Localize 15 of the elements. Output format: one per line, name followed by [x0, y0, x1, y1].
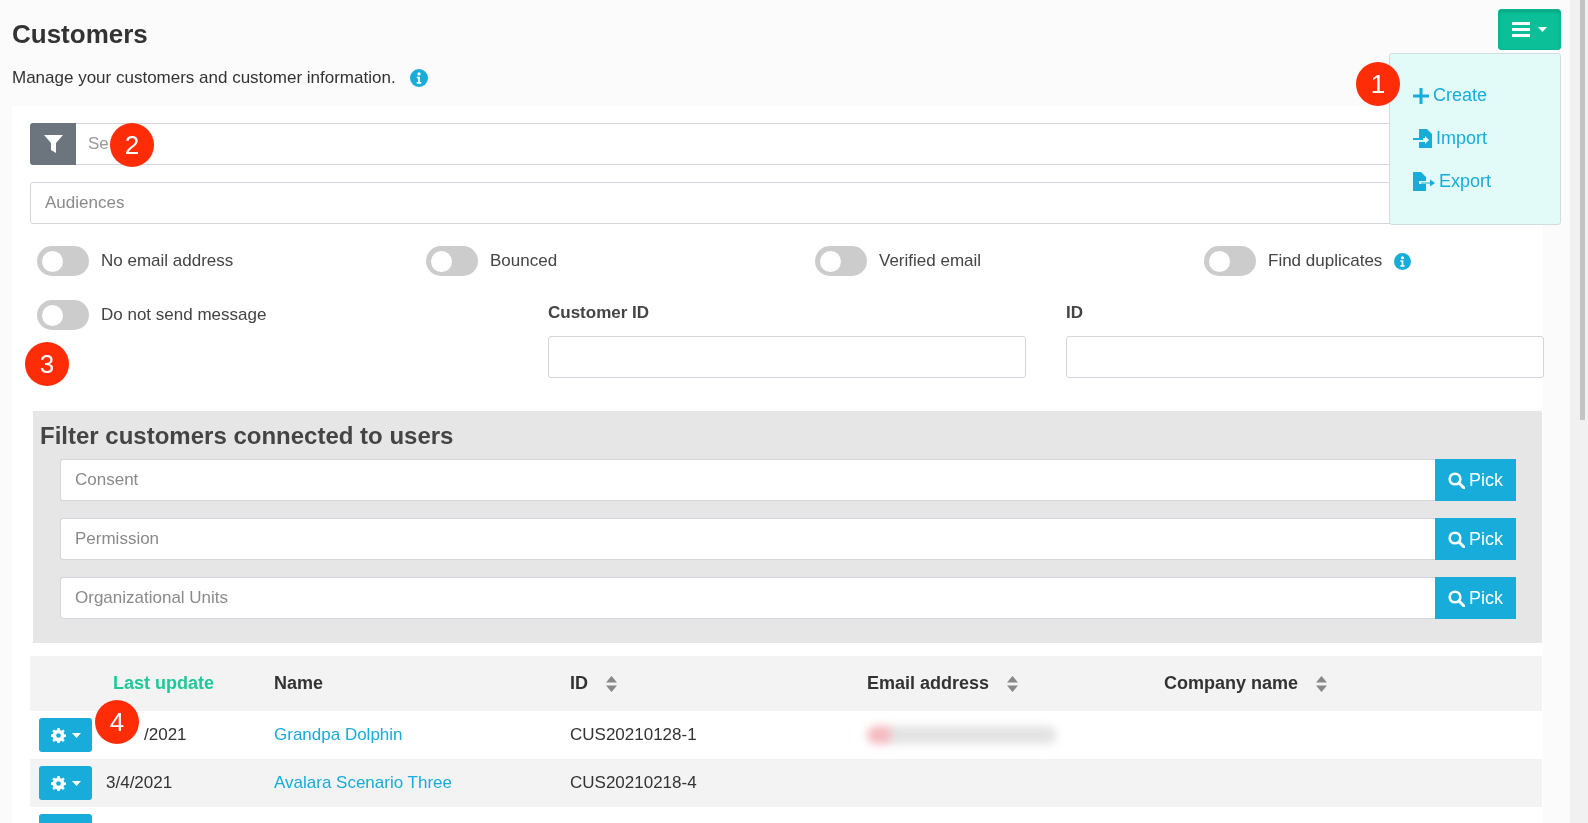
- toggle-label: Do not send message: [101, 305, 267, 325]
- page-subtitle: Manage your customers and customer information.: [12, 68, 396, 88]
- toggle-label: No email address: [101, 251, 234, 271]
- section-title: Filter customers connected to users: [40, 422, 455, 450]
- table-cell: 3/4/2021: [106, 773, 173, 793]
- toggle-label: Bounced: [490, 251, 558, 271]
- table-cell: CUS20210218-4: [570, 773, 697, 792]
- toggle-label: Find duplicates: [1268, 251, 1383, 271]
- table-cell: CUS20210128-1: [570, 725, 697, 744]
- toggle-label: Verified email: [879, 251, 982, 271]
- field-label: ID: [1066, 302, 1084, 324]
- table-cell: /2021: [144, 725, 187, 745]
- field-label: Customer ID: [548, 302, 651, 324]
- callout-badge: 1: [1356, 62, 1400, 106]
- page-title: Customers: [12, 19, 148, 49]
